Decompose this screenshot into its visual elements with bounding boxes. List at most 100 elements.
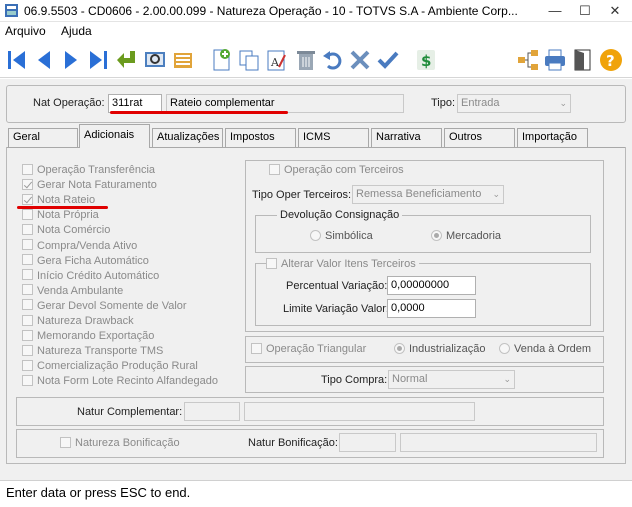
natur-bonificacao-desc-field <box>400 433 597 452</box>
option-checkbox[interactable]: Início Crédito Automático <box>22 269 159 284</box>
window-title: 06.9.5503 - CD0606 - 2.00.00.099 - Natur… <box>24 4 518 18</box>
option-checkbox[interactable]: Natureza Transporte TMS <box>22 344 163 359</box>
menu-ajuda[interactable]: Ajuda <box>61 24 92 38</box>
checkbox-label: Início Crédito Automático <box>37 269 160 282</box>
checkbox-icon[interactable] <box>22 344 33 356</box>
checkbox-label: Operação Transferência <box>37 164 156 176</box>
tipo-select[interactable]: Entrada ⌄ <box>457 94 571 113</box>
checkbox-label: Memorando Exportação <box>37 330 155 343</box>
undo-icon[interactable] <box>321 47 345 73</box>
venda-ordem-radio[interactable]: Venda à Ordem <box>499 342 591 357</box>
tipo-label: Tipo: <box>431 97 456 109</box>
confirm-icon[interactable] <box>376 47 400 73</box>
tab-adicionais[interactable]: Adicionais <box>79 124 150 148</box>
list-icon[interactable] <box>171 47 195 73</box>
natur-bonificacao-label: Natur Bonificação: <box>248 437 338 449</box>
print-icon[interactable] <box>543 47 567 73</box>
maximize-button[interactable]: ☐ <box>570 0 600 22</box>
percentual-variacao-field[interactable]: 0,00000000 <box>387 276 476 295</box>
checkbox-icon[interactable] <box>22 284 33 296</box>
alterar-valor-checkbox[interactable]: Alterar Valor Itens Terceiros <box>266 257 419 272</box>
checkbox-icon[interactable] <box>22 329 33 341</box>
option-checkbox[interactable]: Natureza Drawback <box>22 314 134 329</box>
option-checkbox[interactable]: Comercialização Produção Rural <box>22 359 198 374</box>
option-checkbox[interactable]: Operação Transferência <box>22 163 155 178</box>
svg-text:$: $ <box>421 52 431 70</box>
help-icon[interactable]: ? <box>599 47 623 73</box>
option-checkbox[interactable]: Gerar Nota Faturamento <box>22 178 157 193</box>
tab-importacao[interactable]: Importação <box>517 128 588 147</box>
svg-text:?: ? <box>606 52 615 70</box>
checkbox-label: Gerar Devol Somente de Valor <box>37 299 187 312</box>
natureza-bonificacao-checkbox[interactable]: Natureza Bonificação <box>60 436 180 451</box>
tipo-oper-terceiros-label: Tipo Oper Terceiros: <box>252 189 352 201</box>
checkbox-label: Gerar Nota Faturamento <box>37 179 157 192</box>
checked-checkbox-icon[interactable] <box>22 193 33 205</box>
checkbox-icon[interactable] <box>22 163 33 175</box>
option-checkbox[interactable]: Memorando Exportação <box>22 329 154 344</box>
simbolica-radio[interactable]: Simbólica <box>310 229 373 244</box>
close-button[interactable]: ✕ <box>600 0 630 22</box>
tab-outros[interactable]: Outros <box>444 128 515 147</box>
checked-checkbox-icon[interactable] <box>22 178 33 190</box>
tipo-compra-select[interactable]: Normal ⌄ <box>388 370 515 389</box>
tab-narrativa[interactable]: Narrativa <box>371 128 442 147</box>
devolucao-title: Devolução Consignação <box>277 209 403 221</box>
hierarchy-icon[interactable] <box>516 47 540 73</box>
option-checkbox[interactable]: Nota Própria <box>22 208 99 223</box>
checkbox-icon[interactable] <box>22 269 33 281</box>
checkbox-label: Nota Rateio <box>37 194 96 207</box>
checkbox-label: Venda Ambulante <box>37 284 124 297</box>
mercadoria-radio[interactable]: Mercadoria <box>431 229 501 244</box>
cancel-icon[interactable] <box>348 47 372 73</box>
copy-icon[interactable] <box>237 47 261 73</box>
dollar-icon[interactable]: $ <box>414 47 438 73</box>
tab-impostos[interactable]: Impostos <box>225 128 296 147</box>
prev-icon[interactable] <box>32 47 56 73</box>
edit-icon[interactable]: A <box>265 47 289 73</box>
svg-text:A: A <box>270 56 280 69</box>
first-icon[interactable] <box>5 47 29 73</box>
tab-geral[interactable]: Geral <box>8 128 78 147</box>
search-icon[interactable] <box>143 47 167 73</box>
checkbox-icon[interactable] <box>22 208 33 220</box>
operacao-triangular-checkbox[interactable]: Operação Triangular <box>251 342 366 357</box>
checkbox-icon[interactable] <box>22 254 33 266</box>
natur-complementar-code-field[interactable] <box>184 402 240 421</box>
option-checkbox[interactable]: Gera Ficha Automático <box>22 254 149 269</box>
add-icon[interactable] <box>210 47 234 73</box>
option-checkbox[interactable]: Venda Ambulante <box>22 284 123 299</box>
option-checkbox[interactable]: Compra/Venda Ativo <box>22 239 137 254</box>
limite-variacao-field[interactable]: 0,0000 <box>387 299 476 318</box>
tab-atualizacoes[interactable]: Atualizações <box>152 128 223 147</box>
goto-icon[interactable] <box>115 47 139 73</box>
natur-complementar-label: Natur Complementar: <box>77 406 183 418</box>
menu-arquivo[interactable]: Arquivo <box>5 24 46 38</box>
option-checkbox[interactable]: Gerar Devol Somente de Valor <box>22 299 187 314</box>
option-checkbox[interactable]: Nota Comércio <box>22 223 110 238</box>
limite-variacao-label: Limite Variação Valor: <box>283 303 389 315</box>
next-icon[interactable] <box>59 47 83 73</box>
nota-rateio-underline <box>17 206 108 209</box>
checkbox-icon[interactable] <box>22 239 33 251</box>
checkbox-icon[interactable] <box>22 314 33 326</box>
tipo-compra-label: Tipo Compra: <box>321 374 388 386</box>
exit-icon[interactable] <box>571 47 595 73</box>
delete-icon[interactable] <box>294 47 318 73</box>
last-icon[interactable] <box>86 47 110 73</box>
status-bar: Enter data or press ESC to end. <box>0 480 632 507</box>
tipo-oper-terceiros-select[interactable]: Remessa Beneficiamento ⌄ <box>352 185 504 204</box>
checkbox-icon[interactable] <box>22 374 33 386</box>
minimize-button[interactable]: — <box>540 0 570 22</box>
industrializacao-radio[interactable]: Industrialização <box>394 342 485 357</box>
checkbox-icon[interactable] <box>22 223 33 235</box>
checkbox-icon[interactable] <box>22 359 33 371</box>
checkbox-label: Compra/Venda Ativo <box>37 239 138 252</box>
operacao-terceiros-checkbox[interactable]: Operação com Terceiros <box>269 163 404 178</box>
option-checkbox[interactable]: Nota Form Lote Recinto Alfandegado <box>22 374 218 389</box>
checkbox-label: Nota Própria <box>37 209 99 222</box>
checkbox-label: Natureza Drawback <box>37 315 134 327</box>
checkbox-icon[interactable] <box>22 299 33 311</box>
natur-bonificacao-code-field[interactable] <box>339 433 396 452</box>
tab-icms[interactable]: ICMS <box>298 128 369 147</box>
